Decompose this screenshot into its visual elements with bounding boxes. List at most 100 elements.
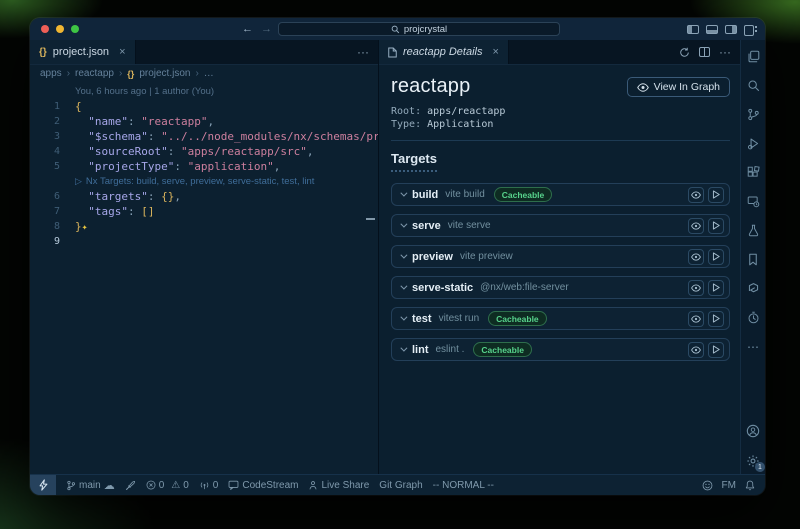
- target-row-serve-static[interactable]: serve-static@nx/web:file-server: [391, 276, 730, 299]
- project-title: reactapp: [391, 75, 470, 98]
- run-target-button[interactable]: [708, 187, 724, 203]
- fm-indicator[interactable]: FM: [722, 480, 736, 491]
- tabstrip-left: {} project.json × ···: [30, 40, 378, 65]
- json-file-icon: {}: [39, 47, 47, 58]
- customize-layout-icon[interactable]: [744, 25, 757, 34]
- target-row-test[interactable]: testvitest runCacheable: [391, 307, 730, 330]
- back-icon[interactable]: ←: [242, 23, 253, 35]
- run-target-button[interactable]: [708, 311, 724, 327]
- chevron-down-icon[interactable]: [400, 283, 407, 290]
- type-value: Application: [427, 119, 493, 130]
- toggle-secondary-sidebar-icon[interactable]: [725, 25, 737, 34]
- forward-icon[interactable]: →: [261, 23, 272, 35]
- nx-console-icon[interactable]: [747, 282, 760, 295]
- code-token: ,: [207, 115, 214, 128]
- run-target-button[interactable]: [708, 218, 724, 234]
- more-actions-icon[interactable]: ···: [719, 45, 731, 59]
- ports-indicator[interactable]: 0: [199, 480, 219, 491]
- settings-gear-icon[interactable]: 1: [746, 454, 760, 468]
- codelens-row[interactable]: You, 6 hours ago | 1 author (You): [30, 84, 378, 99]
- extensions-icon[interactable]: [747, 166, 760, 179]
- live-share-indicator[interactable]: Live Share: [308, 480, 369, 491]
- split-editor-icon[interactable]: [699, 47, 710, 57]
- codelens-row[interactable]: ▷ Nx Targets: build, serve, preview, serv…: [30, 174, 378, 189]
- breadcrumb-item[interactable]: apps: [40, 68, 62, 79]
- vscode-window: ← → projcrystal {} project.json ×: [30, 18, 765, 495]
- notifications-indicator[interactable]: [745, 480, 755, 491]
- editor-group-right: reactapp Details × ··· reactapp: [379, 40, 740, 474]
- close-tab-icon[interactable]: ×: [493, 46, 499, 58]
- code-token: ,: [174, 190, 181, 203]
- more-actions-icon[interactable]: ···: [357, 45, 369, 59]
- window-controls[interactable]: [41, 25, 79, 33]
- more-views-icon[interactable]: ⋯: [747, 340, 759, 354]
- chevron-down-icon[interactable]: [400, 345, 407, 352]
- target-command: vitest run: [439, 313, 480, 324]
- minimize-window-button[interactable]: [56, 25, 64, 33]
- chevron-down-icon[interactable]: [400, 314, 407, 321]
- code-line: 8}✦: [30, 219, 378, 234]
- view-target-button[interactable]: [688, 218, 704, 234]
- tab-reactapp-details[interactable]: reactapp Details ×: [379, 40, 509, 64]
- eye-icon: [691, 284, 701, 292]
- target-row-preview[interactable]: previewvite preview: [391, 245, 730, 268]
- lightning-icon: [39, 479, 48, 491]
- code-editor[interactable]: You, 6 hours ago | 1 author (You)1{2 "na…: [30, 82, 378, 474]
- toggle-primary-sidebar-icon[interactable]: [687, 25, 699, 34]
- toggle-panel-icon[interactable]: [706, 25, 718, 34]
- run-lens-icon[interactable]: ▷: [75, 176, 82, 186]
- launch-indicator[interactable]: [125, 480, 136, 491]
- code-token: "application": [188, 160, 274, 173]
- zoom-window-button[interactable]: [71, 25, 79, 33]
- run-target-button[interactable]: [708, 342, 724, 358]
- breadcrumb-item[interactable]: project.json: [139, 68, 190, 79]
- chevron-down-icon[interactable]: [400, 221, 407, 228]
- git-branch-indicator[interactable]: main ☁: [66, 479, 115, 492]
- branch-icon: [66, 480, 76, 491]
- remote-indicator[interactable]: [30, 475, 56, 495]
- bookmarks-icon[interactable]: [747, 253, 759, 266]
- feedback-indicator[interactable]: [702, 480, 713, 491]
- code-token: [75, 190, 88, 203]
- target-name: serve-static: [412, 282, 473, 294]
- history-nav: ← →: [242, 18, 272, 40]
- timer-icon[interactable]: [747, 311, 760, 324]
- search-query: projcrystal: [404, 24, 447, 35]
- remote-explorer-icon[interactable]: [747, 195, 760, 208]
- command-center-search[interactable]: projcrystal: [278, 22, 560, 36]
- run-debug-icon[interactable]: [747, 137, 760, 150]
- view-target-button[interactable]: [688, 311, 704, 327]
- view-target-button[interactable]: [688, 187, 704, 203]
- problems-indicator[interactable]: 0 ⚠ 0: [146, 480, 189, 491]
- close-tab-icon[interactable]: ×: [119, 46, 125, 58]
- close-window-button[interactable]: [41, 25, 49, 33]
- codestream-indicator[interactable]: CodeStream: [228, 480, 298, 491]
- breadcrumb-item[interactable]: reactapp: [75, 68, 114, 79]
- target-row-lint[interactable]: linteslint .Cacheable: [391, 338, 730, 361]
- tab-project-json[interactable]: {} project.json ×: [30, 40, 136, 64]
- line-number: [30, 84, 60, 99]
- run-target-button[interactable]: [708, 249, 724, 265]
- target-row-build[interactable]: buildvite buildCacheable: [391, 183, 730, 206]
- target-list: buildvite buildCacheable servevite serve p…: [391, 183, 730, 361]
- run-target-button[interactable]: [708, 280, 724, 296]
- view-target-button[interactable]: [688, 280, 704, 296]
- chevron-down-icon[interactable]: [400, 252, 407, 259]
- source-control-icon[interactable]: [747, 108, 760, 121]
- explorer-icon[interactable]: [747, 50, 760, 63]
- chevron-down-icon[interactable]: [400, 190, 407, 197]
- account-icon[interactable]: [746, 424, 760, 438]
- view-target-button[interactable]: [688, 249, 704, 265]
- breadcrumb[interactable]: apps › reactapp › {} project.json › …: [30, 65, 378, 82]
- refresh-icon[interactable]: [679, 47, 690, 58]
- target-row-serve[interactable]: servevite serve: [391, 214, 730, 237]
- code-token: [75, 115, 88, 128]
- codelens-text[interactable]: Nx Targets: build, serve, preview, serve…: [86, 176, 314, 187]
- view-target-button[interactable]: [688, 342, 704, 358]
- testing-icon[interactable]: [747, 224, 760, 237]
- view-in-graph-button[interactable]: View In Graph: [627, 77, 730, 97]
- breadcrumb-item[interactable]: …: [204, 68, 214, 79]
- target-command: eslint .: [436, 344, 465, 355]
- search-icon[interactable]: [747, 79, 760, 92]
- git-graph-indicator[interactable]: Git Graph: [379, 480, 422, 491]
